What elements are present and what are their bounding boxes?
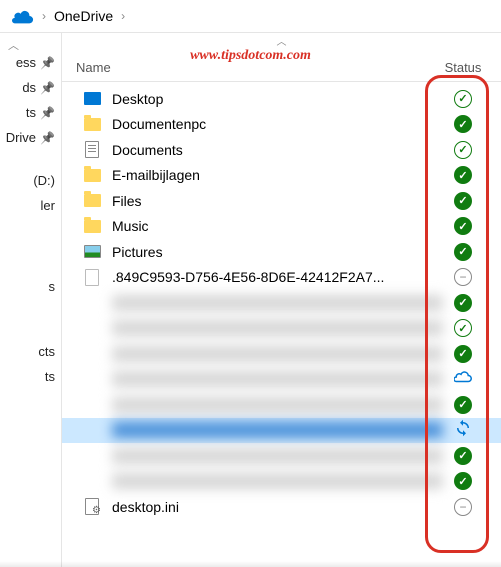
status-syncing-icon bbox=[454, 419, 472, 442]
onedrive-cloud-icon bbox=[12, 8, 34, 24]
sidebar-item[interactable]: s bbox=[0, 275, 61, 298]
file-row[interactable]: desktop.ini− bbox=[62, 494, 501, 520]
file-name: .849C9593-D756-4E56-8D6E-42412F2A7... bbox=[112, 269, 443, 285]
sidebar-item[interactable]: ler bbox=[0, 194, 61, 217]
folder-icon bbox=[84, 194, 101, 207]
file-row[interactable]: hidden-7 ✓ bbox=[62, 443, 501, 469]
breadcrumb-location[interactable]: OneDrive bbox=[54, 8, 113, 24]
file-row[interactable]: E-mailbijlagen ✓ bbox=[62, 163, 501, 189]
status-synced-icon: ✓ bbox=[454, 243, 472, 261]
sidebar-item[interactable]: ts bbox=[0, 365, 61, 388]
chevron-right-icon: › bbox=[121, 9, 125, 23]
file-row[interactable]: hidden-2 ✓ bbox=[62, 316, 501, 342]
file-list: Desktop✓Documentenpc✓Documents✓E-mailbij… bbox=[62, 82, 501, 567]
status-available-icon: ✓ bbox=[454, 141, 472, 159]
file-row[interactable]: hidden-5 ✓ bbox=[62, 392, 501, 418]
file-name: E-mailbijlagen bbox=[112, 167, 443, 183]
status-synced-icon: ✓ bbox=[454, 345, 472, 363]
file-icon bbox=[85, 269, 99, 286]
file-row[interactable]: Pictures ✓ bbox=[62, 239, 501, 265]
file-row[interactable]: Documents ✓ bbox=[62, 137, 501, 163]
file-name: desktop.ini bbox=[112, 499, 443, 515]
sidebar-item-label: ler bbox=[41, 198, 55, 213]
file-row[interactable]: hidden-8 ✓ bbox=[62, 469, 501, 495]
file-row[interactable]: Desktop ✓ bbox=[62, 86, 501, 112]
settings-file-icon bbox=[85, 498, 99, 515]
file-row[interactable]: Files ✓ bbox=[62, 188, 501, 214]
breadcrumb[interactable]: › OneDrive › bbox=[0, 0, 501, 33]
status-excluded-icon: − bbox=[454, 268, 472, 286]
sidebar-item-label: ts bbox=[45, 369, 55, 384]
sidebar-item[interactable]: cts bbox=[0, 340, 61, 363]
file-row[interactable]: Music ✓ bbox=[62, 214, 501, 240]
file-name: hidden-5 bbox=[112, 397, 443, 413]
watermark-text: www.tipsdotcom.com bbox=[190, 48, 311, 64]
sidebar-item-label: Drive bbox=[6, 130, 36, 145]
document-icon bbox=[85, 141, 99, 158]
file-name: Documents bbox=[112, 142, 443, 158]
sidebar-item-label: cts bbox=[38, 344, 55, 359]
file-name: Files bbox=[112, 193, 443, 209]
status-cloud-icon bbox=[454, 368, 472, 391]
file-name: hidden-4 bbox=[112, 371, 443, 387]
file-name: hidden-3 bbox=[112, 346, 443, 362]
status-synced-icon: ✓ bbox=[454, 447, 472, 465]
file-name: hidden-8 bbox=[112, 473, 443, 489]
file-name: Desktop bbox=[112, 91, 443, 107]
sidebar-item[interactable]: ts 📌 bbox=[0, 101, 61, 124]
sidebar-item-label: ts bbox=[26, 105, 36, 120]
file-row[interactable]: hidden-1 ✓ bbox=[62, 290, 501, 316]
sidebar-item[interactable]: (D:) bbox=[0, 169, 61, 192]
folder-icon bbox=[84, 169, 101, 182]
sidebar-item[interactable]: Drive 📌 bbox=[0, 126, 61, 149]
status-available-icon: ✓ bbox=[454, 90, 472, 108]
picture-icon bbox=[84, 245, 101, 258]
file-row[interactable]: .849C9593-D756-4E56-8D6E-42412F2A7...− bbox=[62, 265, 501, 291]
sidebar-item-label: (D:) bbox=[33, 173, 55, 188]
chevron-right-icon: › bbox=[42, 9, 46, 23]
sidebar-nav: ︿ ess 📌 ds 📌 ts 📌 Drive 📌 (D:) ler s cts ts bbox=[0, 33, 62, 567]
status-synced-icon: ✓ bbox=[454, 115, 472, 133]
status-synced-icon: ✓ bbox=[454, 192, 472, 210]
file-name: hidden-1 bbox=[112, 295, 443, 311]
sidebar-item[interactable]: ess 📌 bbox=[0, 51, 61, 74]
sidebar-item-label: ess bbox=[16, 55, 36, 70]
pin-icon: 📌 bbox=[40, 81, 55, 95]
file-row[interactable]: hidden-4 bbox=[62, 367, 501, 393]
file-name: Documentenpc bbox=[112, 116, 443, 132]
file-name: hidden-2 bbox=[112, 320, 443, 336]
status-available-icon: ✓ bbox=[454, 319, 472, 337]
pin-icon: 📌 bbox=[40, 56, 55, 70]
sidebar-item-label: s bbox=[49, 279, 56, 294]
file-row[interactable]: hidden-6 bbox=[62, 418, 501, 444]
status-excluded-icon: − bbox=[454, 498, 472, 516]
scroll-up-icon[interactable]: ︿ bbox=[8, 37, 19, 53]
file-view: ︿ Name Status Desktop✓Documentenpc✓Docum… bbox=[62, 33, 501, 567]
status-synced-icon: ✓ bbox=[454, 217, 472, 235]
file-name: hidden-6 bbox=[112, 422, 443, 438]
pin-icon: 📌 bbox=[40, 106, 55, 120]
desktop-icon bbox=[84, 92, 101, 105]
status-synced-icon: ✓ bbox=[454, 166, 472, 184]
folder-icon bbox=[84, 118, 101, 131]
folder-icon bbox=[84, 220, 101, 233]
status-synced-icon: ✓ bbox=[454, 294, 472, 312]
file-name: hidden-7 bbox=[112, 448, 443, 464]
sidebar-item[interactable]: ds 📌 bbox=[0, 76, 61, 99]
sidebar-item-label: ds bbox=[22, 80, 36, 95]
file-row[interactable]: hidden-3 ✓ bbox=[62, 341, 501, 367]
status-synced-icon: ✓ bbox=[454, 396, 472, 414]
file-row[interactable]: Documentenpc ✓ bbox=[62, 112, 501, 138]
status-synced-icon: ✓ bbox=[454, 472, 472, 490]
file-name: Pictures bbox=[112, 244, 443, 260]
pin-icon: 📌 bbox=[40, 131, 55, 145]
file-name: Music bbox=[112, 218, 443, 234]
column-header-status[interactable]: Status bbox=[439, 60, 487, 75]
